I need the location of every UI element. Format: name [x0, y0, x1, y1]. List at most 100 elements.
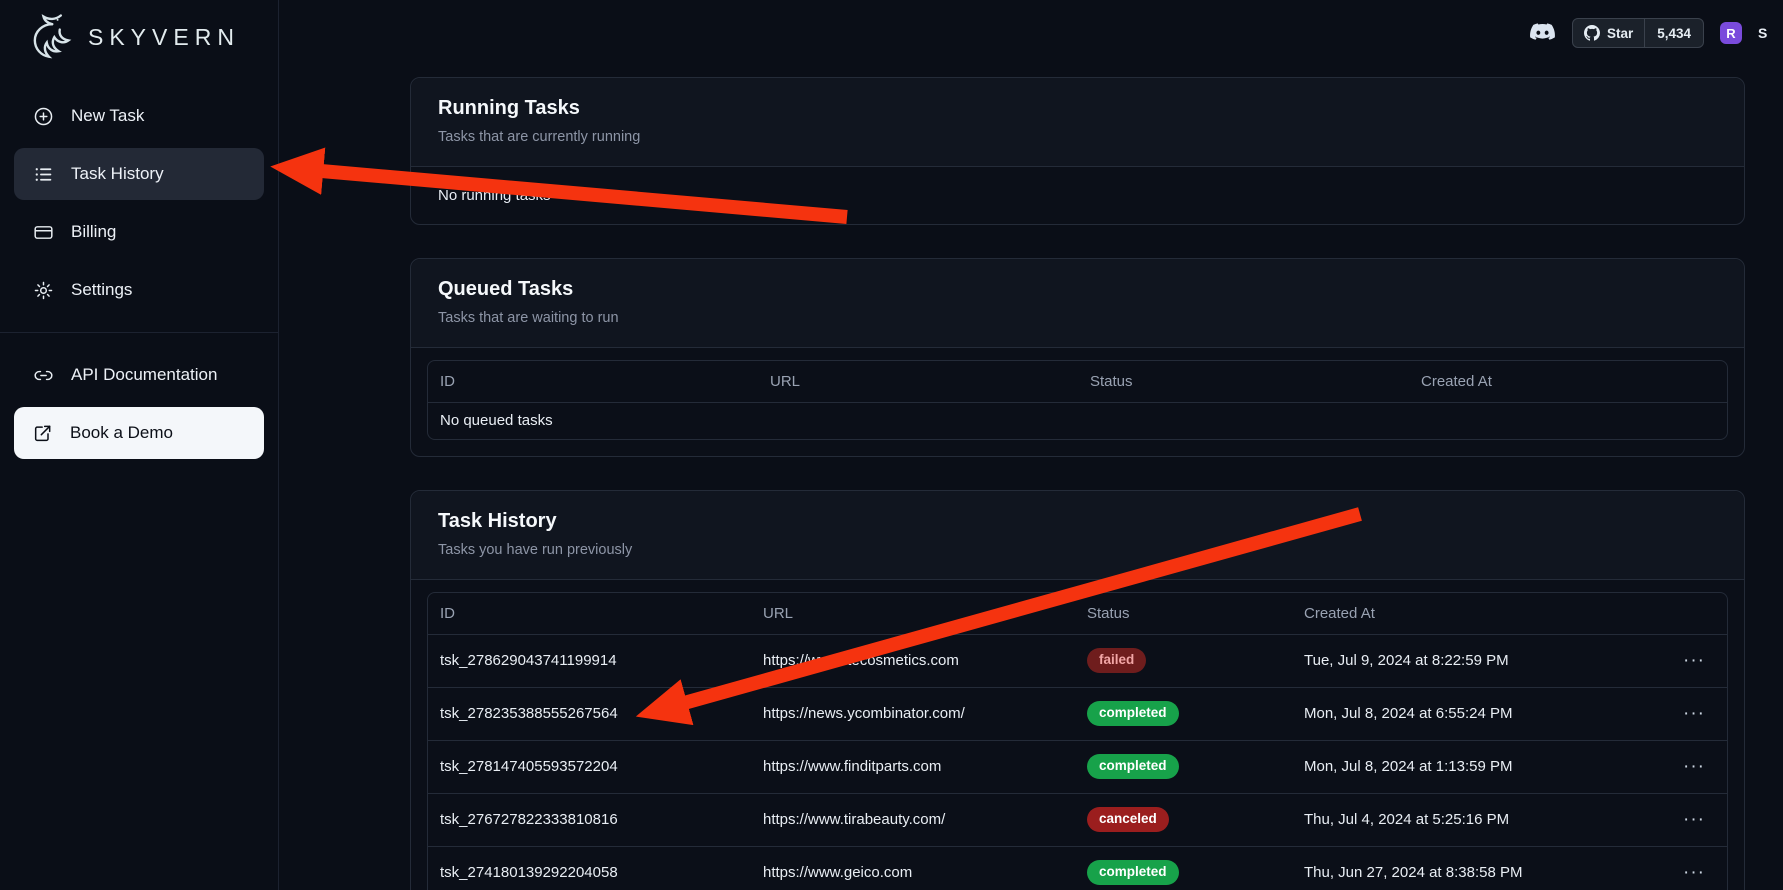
task-created-cell: Thu, Jul 4, 2024 at 5:25:16 PM [1292, 793, 1659, 846]
task-history-card: Task History Tasks you have run previous… [410, 490, 1745, 890]
row-actions-button[interactable]: ··· [1675, 805, 1713, 835]
logo-text: SKYVERN [88, 24, 240, 51]
discord-icon[interactable] [1529, 23, 1556, 43]
status-badge: completed [1087, 754, 1179, 779]
column-header-created-at: Created At [1292, 593, 1659, 634]
task-status-cell: canceled [1075, 793, 1292, 846]
topbar: Star 5,434 R S [1529, 18, 1769, 48]
task-id-cell: tsk_274180139292204058 [428, 846, 751, 890]
task-history-table: ID URL Status Created At tsk_27862904374… [428, 593, 1728, 890]
column-header-status: Status [1078, 361, 1409, 402]
sidebar-item-api-documentation[interactable]: API Documentation [14, 349, 264, 401]
task-created-cell: Mon, Jul 8, 2024 at 1:13:59 PM [1292, 740, 1659, 793]
sidebar-item-billing[interactable]: Billing [14, 206, 264, 258]
list-icon [33, 164, 54, 185]
credit-card-icon [33, 222, 54, 243]
column-header-created-at: Created At [1409, 361, 1728, 402]
task-status-cell: completed [1075, 740, 1292, 793]
task-history-tbody: tsk_278629043741199914 https://www.iteco… [428, 634, 1728, 890]
github-star-button[interactable]: Star 5,434 [1572, 18, 1704, 48]
queued-tasks-header: Queued Tasks Tasks that are waiting to r… [411, 259, 1744, 348]
task-id-cell: tsk_278629043741199914 [428, 634, 751, 687]
nav-label: Book a Demo [70, 423, 173, 443]
column-header-url: URL [751, 593, 1075, 634]
task-row[interactable]: tsk_278629043741199914 https://www.iteco… [428, 634, 1728, 687]
task-row[interactable]: tsk_278147405593572204 https://www.findi… [428, 740, 1728, 793]
sidebar-divider [0, 332, 278, 333]
task-actions-cell: ··· [1659, 846, 1728, 890]
running-tasks-header: Running Tasks Tasks that are currently r… [411, 78, 1744, 167]
status-badge: completed [1087, 860, 1179, 885]
row-actions-button[interactable]: ··· [1675, 858, 1713, 888]
task-history-header: Task History Tasks you have run previous… [411, 491, 1744, 580]
task-created-cell: Mon, Jul 8, 2024 at 6:55:24 PM [1292, 687, 1659, 740]
task-actions-cell: ··· [1659, 634, 1728, 687]
card-title: Task History [438, 510, 1717, 533]
nav-label: Settings [71, 280, 132, 300]
card-subtitle: Tasks you have run previously [438, 542, 1717, 558]
queued-tasks-body: ID URL Status Created At No queued tasks [411, 348, 1744, 456]
task-id-cell: tsk_276727822333810816 [428, 793, 751, 846]
column-header-status: Status [1075, 593, 1292, 634]
card-title: Running Tasks [438, 97, 1717, 120]
sidebar-item-new-task[interactable]: New Task [14, 90, 264, 142]
task-url-cell: https://www.geico.com [751, 846, 1075, 890]
sidebar-item-task-history[interactable]: Task History [14, 148, 264, 200]
task-id-cell: tsk_278235388555267564 [428, 687, 751, 740]
running-tasks-card: Running Tasks Tasks that are currently r… [410, 77, 1745, 225]
link-icon [33, 365, 54, 386]
task-created-cell: Thu, Jun 27, 2024 at 8:38:58 PM [1292, 846, 1659, 890]
avatar[interactable]: R [1720, 22, 1742, 44]
sidebar-nav: New Task Task History Billing Settings [0, 90, 278, 459]
empty-message: No queued tasks [428, 402, 1728, 439]
card-subtitle: Tasks that are currently running [438, 129, 1717, 145]
empty-message: No running tasks [438, 187, 1717, 204]
plus-circle-icon [33, 106, 54, 127]
sidebar: SKYVERN New Task Task History Billing S [0, 0, 279, 890]
task-actions-cell: ··· [1659, 793, 1728, 846]
task-url-cell: https://www.itecosmetics.com [751, 634, 1075, 687]
username-partial: S [1758, 25, 1769, 41]
card-subtitle: Tasks that are waiting to run [438, 310, 1717, 326]
task-history-body: ID URL Status Created At tsk_27862904374… [411, 580, 1744, 890]
task-row[interactable]: tsk_276727822333810816 https://www.tirab… [428, 793, 1728, 846]
column-header-url: URL [758, 361, 1078, 402]
skyvern-logo-icon [24, 9, 76, 66]
nav-label: Task History [71, 164, 164, 184]
task-row[interactable]: tsk_278235388555267564 https://news.ycom… [428, 687, 1728, 740]
task-url-cell: https://news.ycombinator.com/ [751, 687, 1075, 740]
github-star-label: Star [1607, 26, 1633, 41]
column-header-actions [1659, 593, 1728, 634]
task-url-cell: https://www.finditparts.com [751, 740, 1075, 793]
nav-label: New Task [71, 106, 144, 126]
sidebar-item-settings[interactable]: Settings [14, 264, 264, 316]
task-status-cell: completed [1075, 687, 1292, 740]
task-status-cell: completed [1075, 846, 1292, 890]
nav-label: API Documentation [71, 365, 217, 385]
task-id-cell: tsk_278147405593572204 [428, 740, 751, 793]
row-actions-button[interactable]: ··· [1675, 646, 1713, 676]
column-header-id: ID [428, 593, 751, 634]
external-link-icon [33, 423, 53, 443]
queued-tasks-card: Queued Tasks Tasks that are waiting to r… [410, 258, 1745, 457]
row-actions-button[interactable]: ··· [1675, 752, 1713, 782]
nav-label: Billing [71, 222, 116, 242]
task-actions-cell: ··· [1659, 740, 1728, 793]
task-url-cell: https://www.tirabeauty.com/ [751, 793, 1075, 846]
column-header-id: ID [428, 361, 758, 402]
task-actions-cell: ··· [1659, 687, 1728, 740]
gear-icon [33, 280, 54, 301]
row-actions-button[interactable]: ··· [1675, 699, 1713, 729]
card-title: Queued Tasks [438, 278, 1717, 301]
running-tasks-body: No running tasks [411, 167, 1744, 224]
status-badge: failed [1087, 648, 1146, 673]
task-row[interactable]: tsk_274180139292204058 https://www.geico… [428, 846, 1728, 890]
logo[interactable]: SKYVERN [0, 0, 278, 66]
status-badge: canceled [1087, 807, 1169, 832]
queued-tasks-table: ID URL Status Created At No queued tasks [428, 361, 1728, 439]
status-badge: completed [1087, 701, 1179, 726]
github-icon [1584, 25, 1600, 41]
content: Running Tasks Tasks that are currently r… [279, 0, 1745, 890]
sidebar-item-book-a-demo[interactable]: Book a Demo [14, 407, 264, 459]
github-star-count: 5,434 [1644, 19, 1703, 47]
